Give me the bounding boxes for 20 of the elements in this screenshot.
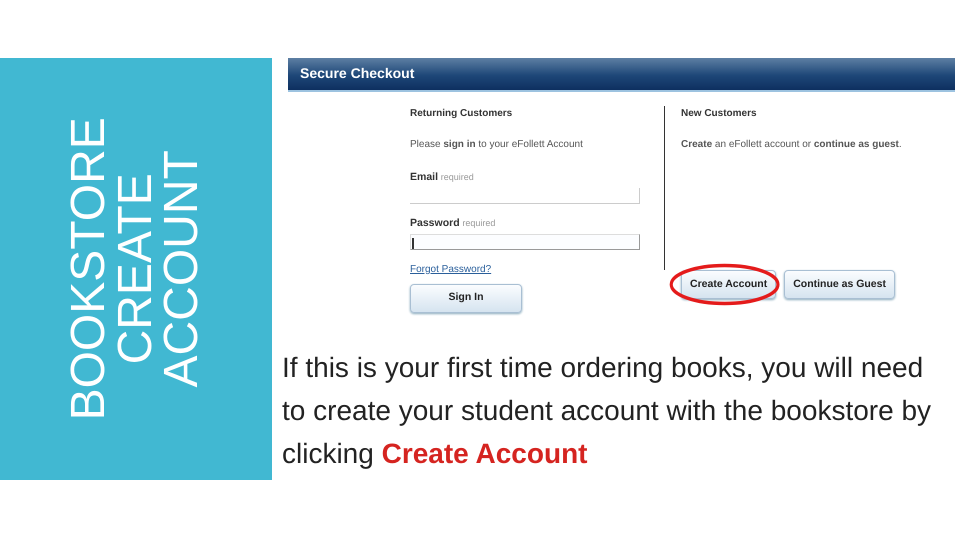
sign-in-button[interactable]: Sign In [410,284,522,312]
intro-text: Create an eFollett account or continue as guest. [681,138,903,152]
title-line: ACCOUNT [159,149,206,390]
intro-text: Please sign in to your eFollett Account [410,138,584,152]
field-label: Password [410,216,460,229]
forgot-password-link[interactable]: Forgot Password? [410,264,492,274]
title-line: CREATE [112,172,160,367]
instruction-text: If this is your first time ordering books, you will need to create your student account with the bookstore by clicking Create Account [282,351,932,471]
checkout-header: Secure Checkout [288,58,955,92]
field-label: Email [410,171,438,183]
input-field[interactable] [410,234,640,250]
text-cursor [412,238,414,248]
input-field[interactable] [410,188,640,204]
title-line: BOOKSTORE [66,117,113,421]
section-heading: Returning Customers [410,107,514,121]
continue-as-guest-button[interactable]: Continue as Guest [784,270,895,299]
required-note: required [462,218,496,228]
create-account-button[interactable]: Create Account [681,270,776,299]
required-note: required [440,172,474,182]
section-heading: New Customers [681,107,758,121]
